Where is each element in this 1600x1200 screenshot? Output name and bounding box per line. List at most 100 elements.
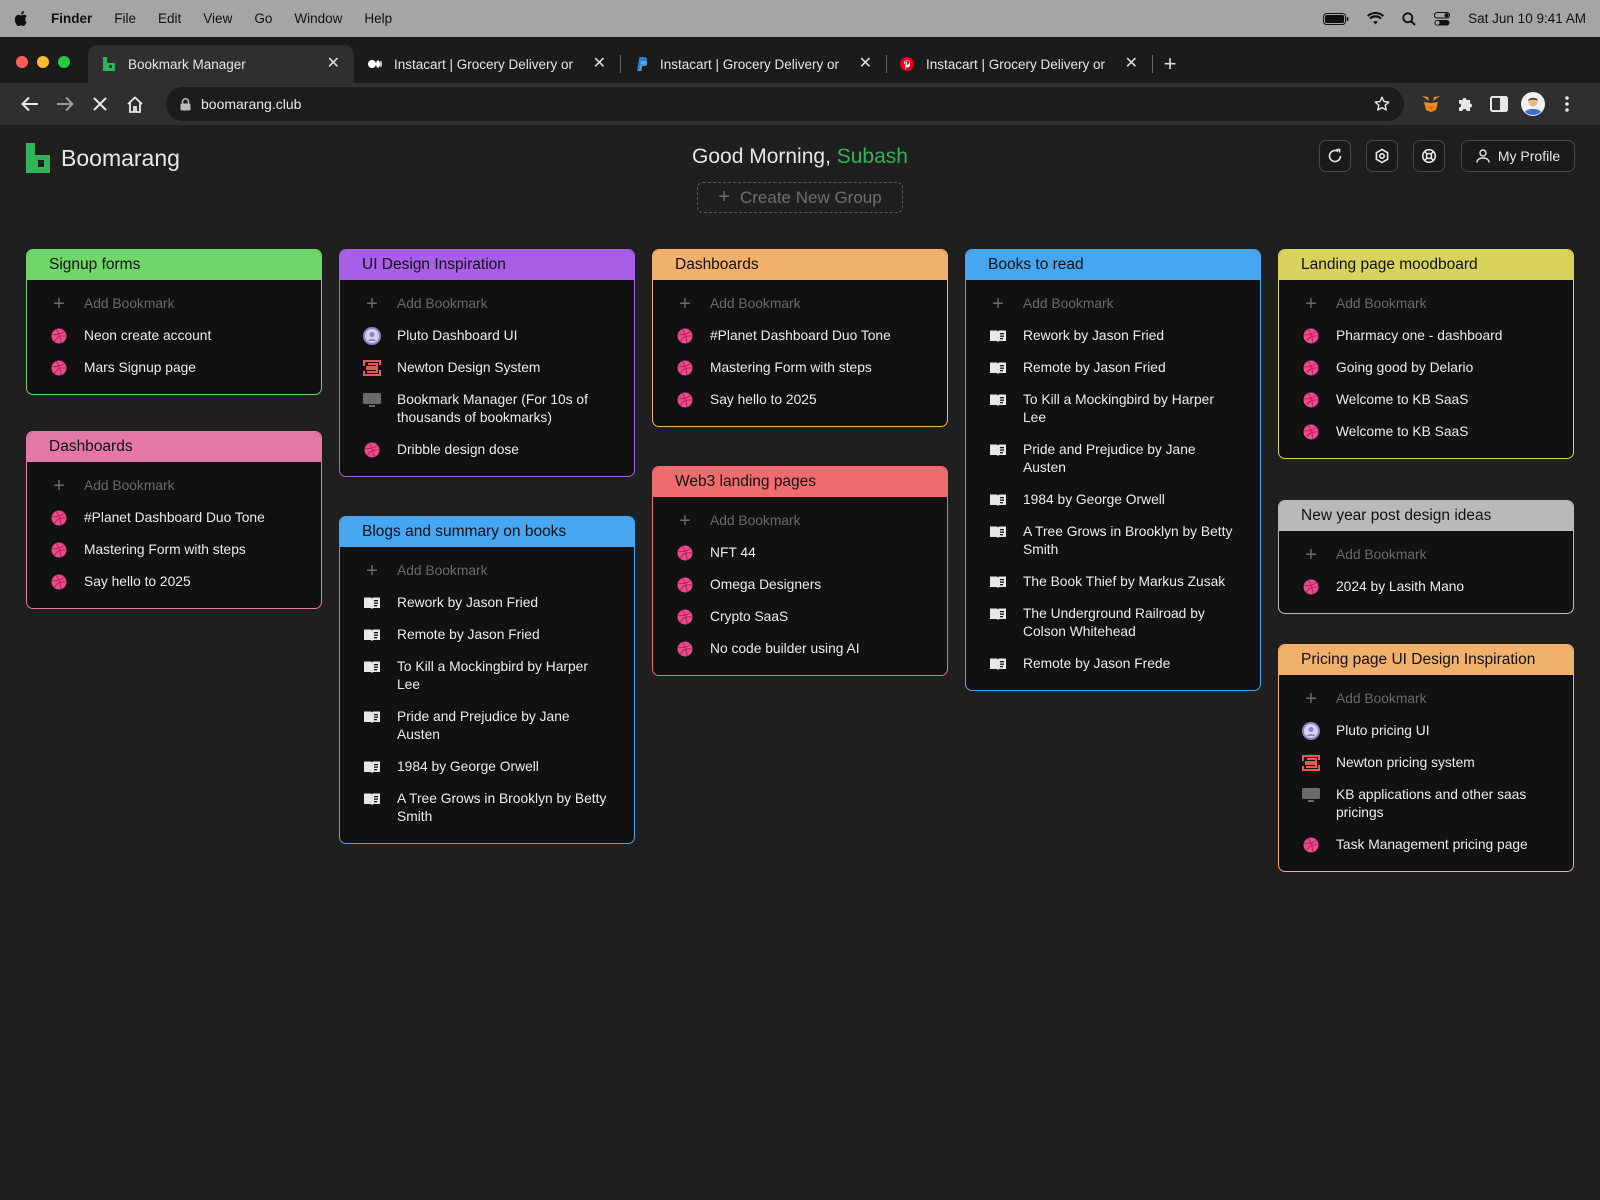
add-bookmark-button[interactable]: + Add Bookmark [1279, 288, 1573, 320]
bookmark-item[interactable]: Pharmacy one - dashboard [1279, 320, 1573, 352]
browser-tab-instacart-3[interactable]: Instacart | Grocery Delivery or ✕ [886, 45, 1153, 83]
menu-window[interactable]: Window [294, 11, 342, 26]
support-button[interactable] [1413, 140, 1445, 172]
menu-view[interactable]: View [203, 11, 232, 26]
menu-finder[interactable]: Finder [51, 11, 92, 26]
bookmark-item[interactable]: To Kill a Mockingbird by Harper Lee [966, 384, 1260, 434]
close-tab-icon[interactable]: ✕ [859, 56, 872, 72]
close-tab-icon[interactable]: ✕ [1125, 56, 1138, 72]
control-center-icon[interactable] [1434, 11, 1451, 26]
bookmark-item[interactable]: Rework by Jason Fried [340, 587, 634, 619]
minimize-window-button[interactable] [37, 56, 49, 68]
bookmark-item[interactable]: Pride and Prejudice by Jane Austen [340, 701, 634, 751]
refresh-button[interactable] [1319, 140, 1351, 172]
zoom-window-button[interactable] [58, 56, 70, 68]
bookmark-item[interactable]: Newton Design System [340, 352, 634, 384]
back-icon[interactable] [12, 89, 47, 119]
group-header[interactable]: Dashboards [27, 432, 321, 462]
bookmark-item[interactable]: Newton pricing system [1279, 747, 1573, 779]
group-header[interactable]: UI Design Inspiration [340, 250, 634, 280]
menu-go[interactable]: Go [254, 11, 272, 26]
group-header[interactable]: Web3 landing pages [653, 467, 947, 497]
bookmark-item[interactable]: The Underground Railroad by Colson White… [966, 598, 1260, 648]
bookmark-item[interactable]: Dribble design dose [340, 434, 634, 466]
menu-file[interactable]: File [114, 11, 136, 26]
bookmark-item[interactable]: Bookmark Manager (For 10s of thousands o… [340, 384, 634, 434]
bookmark-item[interactable]: 1984 by George Orwell [966, 484, 1260, 516]
bookmark-item[interactable]: Omega Designers [653, 569, 947, 601]
bookmark-item[interactable]: No code builder using AI [653, 633, 947, 665]
bookmark-item[interactable]: Pride and Prejudice by Jane Austen [966, 434, 1260, 484]
group-header[interactable]: Blogs and summary on books [340, 517, 634, 547]
bookmark-item[interactable]: Mastering Form with steps [27, 534, 321, 566]
bookmark-item[interactable]: Mars Signup page [27, 352, 321, 384]
add-bookmark-button[interactable]: + Add Bookmark [27, 470, 321, 502]
add-bookmark-button[interactable]: + Add Bookmark [27, 288, 321, 320]
group-header[interactable]: Dashboards [653, 250, 947, 280]
close-window-button[interactable] [16, 56, 28, 68]
create-new-group-button[interactable]: + Create New Group [697, 182, 903, 213]
wifi-icon[interactable] [1367, 12, 1385, 25]
add-bookmark-button[interactable]: + Add Bookmark [966, 288, 1260, 320]
forward-icon[interactable] [47, 89, 82, 119]
add-bookmark-button[interactable]: + Add Bookmark [340, 555, 634, 587]
add-bookmark-button[interactable]: + Add Bookmark [653, 505, 947, 537]
bookmark-item[interactable]: A Tree Grows in Brooklyn by Betty Smith [966, 516, 1260, 566]
home-icon[interactable] [117, 89, 152, 119]
add-bookmark-button[interactable]: + Add Bookmark [1279, 539, 1573, 571]
bookmark-item[interactable]: Crypto SaaS [653, 601, 947, 633]
bookmark-item[interactable]: Remote by Jason Fried [966, 352, 1260, 384]
bookmark-item[interactable]: To Kill a Mockingbird by Harper Lee [340, 651, 634, 701]
bookmark-item[interactable]: Task Management pricing page [1279, 829, 1573, 861]
bookmark-item[interactable]: NFT 44 [653, 537, 947, 569]
browser-tab-instacart-1[interactable]: Instacart | Grocery Delivery or ✕ [354, 45, 621, 83]
add-bookmark-button[interactable]: + Add Bookmark [340, 288, 634, 320]
url-text[interactable]: boomarang.club [201, 96, 301, 112]
close-tab-icon[interactable]: ✕ [327, 56, 340, 72]
menu-edit[interactable]: Edit [158, 11, 181, 26]
bookmark-item[interactable]: Remote by Jason Frede [966, 648, 1260, 680]
bookmark-star-icon[interactable] [1374, 96, 1390, 112]
bookmark-item[interactable]: Rework by Jason Fried [966, 320, 1260, 352]
apple-icon[interactable] [14, 10, 31, 27]
bookmark-item[interactable]: Remote by Jason Fried [340, 619, 634, 651]
bookmark-item[interactable]: Pluto Dashboard UI [340, 320, 634, 352]
bookmark-item[interactable]: Welcome to KB SaaS [1279, 416, 1573, 448]
bookmark-item[interactable]: Neon create account [27, 320, 321, 352]
new-tab-button[interactable]: + [1152, 45, 1188, 83]
group-header[interactable]: Landing page moodboard [1279, 250, 1573, 280]
bookmark-item[interactable]: Pluto pricing UI [1279, 715, 1573, 747]
bookmark-item[interactable]: #Planet Dashboard Duo Tone [653, 320, 947, 352]
kebab-menu-icon[interactable] [1550, 89, 1584, 119]
group-header[interactable]: Pricing page UI Design Inspiration [1279, 645, 1573, 675]
add-bookmark-button[interactable]: + Add Bookmark [1279, 683, 1573, 715]
bookmark-item[interactable]: 2024 by Lasith Mano [1279, 571, 1573, 603]
add-bookmark-button[interactable]: + Add Bookmark [653, 288, 947, 320]
close-tab-icon[interactable]: ✕ [593, 56, 606, 72]
bookmark-item[interactable]: A Tree Grows in Brooklyn by Betty Smith [340, 783, 634, 833]
side-panel-icon[interactable] [1482, 89, 1516, 119]
group-header[interactable]: New year post design ideas [1279, 501, 1573, 531]
browser-tab-instacart-2[interactable]: Instacart | Grocery Delivery or ✕ [620, 45, 887, 83]
spotlight-search-icon[interactable] [1402, 11, 1416, 26]
bookmark-item[interactable]: Say hello to 2025 [27, 566, 321, 598]
battery-icon[interactable] [1323, 12, 1349, 25]
bookmark-item[interactable]: Say hello to 2025 [653, 384, 947, 416]
bookmark-item[interactable]: #Planet Dashboard Duo Tone [27, 502, 321, 534]
metamask-icon[interactable] [1414, 89, 1448, 119]
menubar-clock[interactable]: Sat Jun 10 9:41 AM [1468, 11, 1586, 26]
user-avatar-icon[interactable] [1516, 89, 1550, 119]
extensions-puzzle-icon[interactable] [1448, 89, 1482, 119]
bookmark-item[interactable]: Going good by Delario [1279, 352, 1573, 384]
group-header[interactable]: Signup forms [27, 250, 321, 280]
menu-help[interactable]: Help [364, 11, 392, 26]
group-header[interactable]: Books to read [966, 250, 1260, 280]
stop-loading-icon[interactable] [82, 89, 117, 119]
bookmark-item[interactable]: Mastering Form with steps [653, 352, 947, 384]
settings-button[interactable] [1366, 140, 1398, 172]
address-bar[interactable]: boomarang.club [166, 87, 1404, 121]
bookmark-item[interactable]: Welcome to KB SaaS [1279, 384, 1573, 416]
bookmark-item[interactable]: KB applications and other saas pricings [1279, 779, 1573, 829]
browser-tab-bookmark-manager[interactable]: Bookmark Manager ✕ [88, 45, 354, 83]
my-profile-button[interactable]: My Profile [1461, 140, 1575, 172]
